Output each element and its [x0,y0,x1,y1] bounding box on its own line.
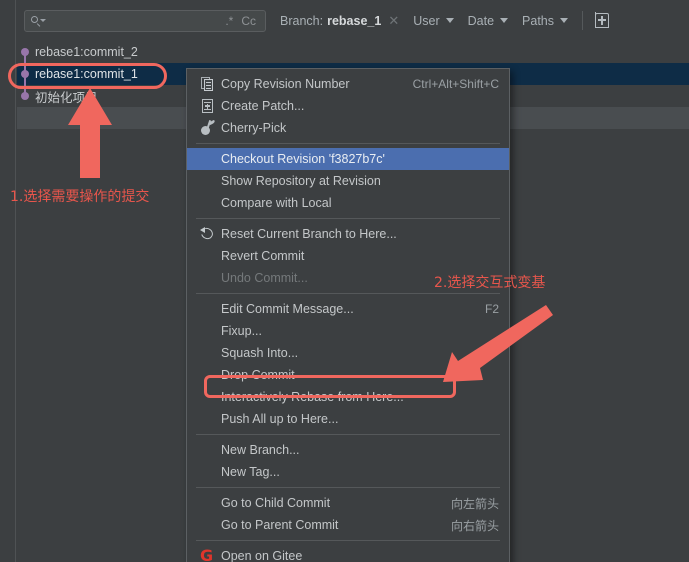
user-filter[interactable]: User [413,13,454,28]
menu-item-label: Create Patch... [221,99,305,113]
spacer-icon [197,323,219,339]
spacer-icon [197,270,219,286]
match-case-toggle[interactable]: Cc [237,13,260,29]
menu-item-create-patch[interactable]: Create Patch... [187,95,509,117]
highlight-ring-selected-commit [8,63,167,89]
search-icon [30,14,46,28]
menu-item-fixup[interactable]: Fixup... [187,320,509,342]
menu-item-edit-commit-message[interactable]: Edit Commit Message... F2 [187,298,509,320]
menu-separator [196,487,500,488]
menu-item-reset-current-branch-to-here[interactable]: Reset Current Branch to Here... [187,223,509,245]
menu-item-label: Squash Into... [221,346,299,360]
menu-item-label: New Branch... [221,443,300,457]
copy-icon [197,76,219,92]
menu-item-revert-commit[interactable]: Revert Commit [187,245,509,267]
menu-separator [196,540,500,541]
menu-item-label: Reset Current Branch to Here... [221,227,397,241]
menu-item-cherry-pick[interactable]: Cherry-Pick [187,117,509,139]
menu-item-label: Open on Gitee [221,549,303,562]
regex-toggle[interactable]: .* [221,13,237,29]
annotation-step-1: 1.选择需要操作的提交 [10,189,150,205]
paths-filter-label: Paths [522,13,554,28]
menu-item-checkout-revision[interactable]: Checkout Revision 'f3827b7c' [187,148,509,170]
paths-filter[interactable]: Paths [522,14,568,28]
menu-item-label: Go to Parent Commit [221,518,339,532]
menu-item-copy-revision-number[interactable]: Copy Revision Number Ctrl+Alt+Shift+C [187,73,509,95]
menu-item-label: Fixup... [221,324,262,338]
menu-item-label: New Tag... [221,465,280,479]
spacer-icon [197,195,219,211]
menu-item-shortcut: 向右箭头 [450,518,499,533]
menu-item-go-to-parent-commit[interactable]: Go to Parent Commit 向右箭头 [187,514,509,536]
spacer-icon [197,464,219,480]
search-input[interactable] [45,11,222,30]
spacer-icon [197,301,219,317]
spacer-icon [197,517,219,533]
menu-separator [196,218,500,219]
chevron-down-icon [500,18,509,23]
commit-subject: rebase1:commit_2 [35,45,138,59]
menu-item-show-repository-at-revision[interactable]: Show Repository at Revision [187,170,509,192]
menu-separator [196,143,500,144]
spacer-icon [197,248,219,264]
menu-item-label: Revert Commit [221,249,305,263]
menu-item-squash-into[interactable]: Squash Into... [187,342,509,364]
graph-node-icon [17,41,33,63]
commit-context-menu: Copy Revision Number Ctrl+Alt+Shift+C Cr… [186,68,510,562]
toolbar-gutter [0,0,16,41]
menu-item-label: Edit Commit Message... [221,302,354,316]
spacer-icon [197,442,219,458]
menu-item-label: Copy Revision Number [221,77,350,91]
reset-icon [197,225,219,242]
menu-separator [196,434,500,435]
menu-item-shortcut: F2 [484,302,499,316]
table-row[interactable]: rebase1:commit_2 [17,41,689,63]
menu-item-label: Push All up to Here... [221,412,339,426]
user-filter-label: User [413,13,440,28]
branch-filter-value: rebase_1 [327,13,382,28]
menu-item-new-branch[interactable]: New Branch... [187,439,509,461]
commit-list-gutter [0,41,16,562]
commit-subject: 初始化项目 [35,90,98,105]
clear-branch-filter-icon[interactable]: ✕ [388,13,399,29]
menu-item-go-to-child-commit[interactable]: Go to Child Commit 向左箭头 [187,492,509,514]
menu-separator [196,293,500,294]
highlight-ring-rebase-item [204,375,456,398]
log-toolbar: .* Cc Branch: rebase_1 ✕ User Date Paths [0,0,689,42]
spacer-icon [197,345,219,361]
date-filter-label: Date [467,13,495,28]
add-filter-button[interactable] [593,11,612,30]
menu-item-open-on-gitee[interactable]: G Open on Gitee [187,545,509,562]
spacer-icon [197,411,219,427]
menu-item-label: Checkout Revision 'f3827b7c' [221,152,385,166]
menu-item-label: Cherry-Pick [221,121,287,135]
search-field[interactable]: .* Cc [24,9,266,32]
spacer-icon [197,173,219,189]
cherry-icon [197,119,219,136]
gitee-icon: G [200,546,214,562]
menu-item-label: Compare with Local [221,196,332,210]
menu-item-label: Go to Child Commit [221,496,331,510]
spacer-icon [197,151,219,167]
branch-filter[interactable]: Branch: rebase_1 ✕ [280,13,399,29]
menu-item-label: Show Repository at Revision [221,174,381,188]
menu-item-compare-with-local[interactable]: Compare with Local [187,192,509,214]
patch-icon [197,98,219,114]
chevron-down-icon [445,18,454,23]
menu-item-push-all-up-to-here[interactable]: Push All up to Here... [187,408,509,430]
annotation-step-2: 2.选择交互式变基 [434,275,546,291]
menu-item-shortcut: Ctrl+Alt+Shift+C [412,77,499,91]
chevron-down-icon [560,18,568,23]
vcs-log-window: .* Cc Branch: rebase_1 ✕ User Date Paths [0,0,689,562]
spacer-icon [197,495,219,511]
toolbar-divider [582,11,583,30]
menu-item-shortcut: 向左箭头 [450,496,499,511]
branch-filter-label: Branch: [280,13,324,28]
menu-item-new-tag[interactable]: New Tag... [187,461,509,483]
date-filter[interactable]: Date [467,13,509,28]
